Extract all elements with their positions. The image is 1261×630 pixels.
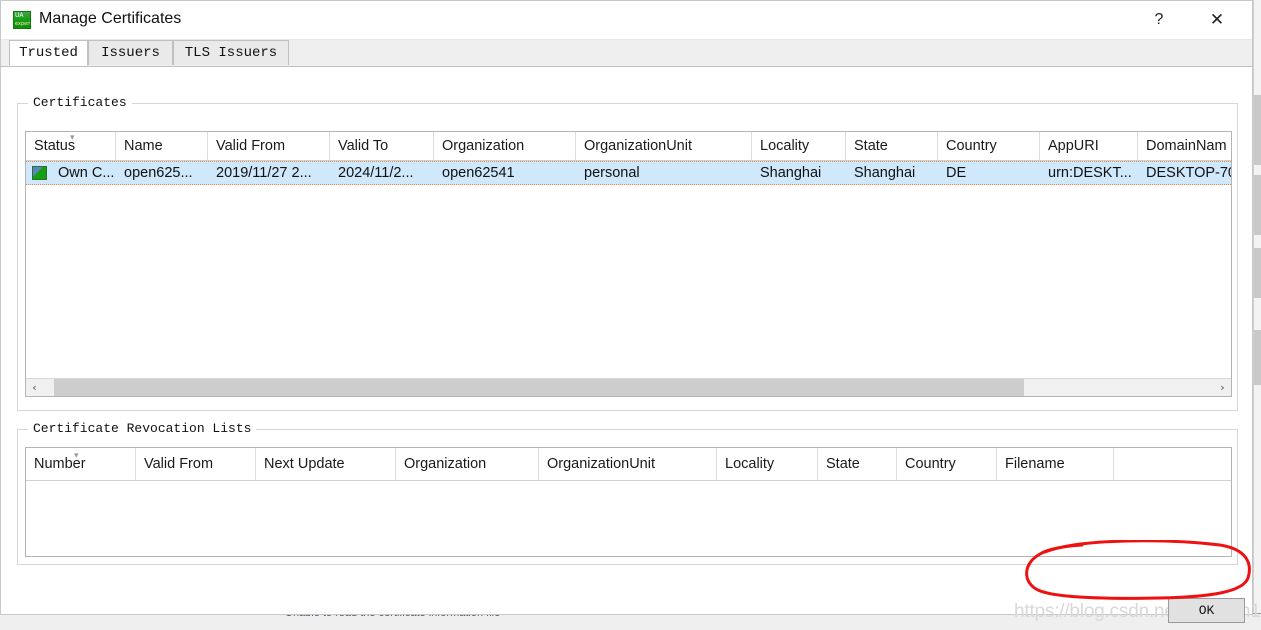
crl-column-header-country[interactable]: Country — [897, 448, 997, 480]
certificate-status-icon — [32, 166, 47, 180]
cell-country: DE — [946, 165, 967, 181]
close-button[interactable]: ✕ — [1194, 1, 1240, 38]
crl-group-title: Certificate Revocation Lists — [28, 421, 257, 436]
crl-sort-indicator-icon: ▾ — [74, 451, 79, 461]
column-header-valid-to[interactable]: Valid To — [330, 132, 434, 160]
cell-organization-unit: personal — [584, 165, 640, 181]
horizontal-scrollbar[interactable]: ‹ › — [26, 378, 1231, 396]
certificates-table-header: Status ▾ Name Valid From Valid To Organi… — [26, 132, 1231, 161]
cell-locality: Shanghai — [760, 165, 822, 181]
crl-column-header-locality[interactable]: Locality — [717, 448, 818, 480]
tab-tls-issuers[interactable]: TLS Issuers — [173, 40, 289, 65]
crl-table: Number ▾ Valid From Next Update Organiza… — [25, 447, 1232, 557]
manage-certificates-dialog: UA expert Manage Certificates ? ✕ Trusted… — [0, 0, 1253, 615]
crl-column-header-number[interactable]: Number — [26, 448, 136, 480]
help-button[interactable]: ? — [1136, 1, 1182, 38]
column-header-locality[interactable]: Locality — [752, 132, 846, 160]
column-header-valid-from[interactable]: Valid From — [208, 132, 330, 160]
scroll-left-arrow-icon[interactable]: ‹ — [26, 379, 43, 396]
column-header-appuri[interactable]: AppURI — [1040, 132, 1138, 160]
titlebar: UA expert Manage Certificates ? ✕ — [1, 1, 1252, 40]
cell-appuri: urn:DESKT... — [1048, 165, 1132, 181]
tabstrip: Trusted Issuers TLS Issuers — [1, 40, 1252, 67]
dialog-body: Certificates Status ▾ Name Valid From Va… — [1, 67, 1252, 614]
cell-valid-to: 2024/11/2... — [338, 165, 414, 181]
scrollbar-thumb[interactable] — [54, 379, 1024, 396]
table-row[interactable]: Own C... open625... 2019/11/27 2... 2024… — [26, 161, 1231, 185]
crl-column-header-organization-unit[interactable]: OrganizationUnit — [539, 448, 717, 480]
tab-trusted[interactable]: Trusted — [9, 40, 88, 66]
cell-name: open625... — [124, 165, 193, 181]
crl-column-header-blank[interactable] — [1114, 448, 1231, 480]
cell-state: Shanghai — [854, 165, 916, 181]
column-header-state[interactable]: State — [846, 132, 938, 160]
column-header-country[interactable]: Country — [938, 132, 1040, 160]
window-title: Manage Certificates — [39, 10, 182, 27]
crl-column-header-organization[interactable]: Organization — [396, 448, 539, 480]
crl-table-header: Number ▾ Valid From Next Update Organiza… — [26, 448, 1231, 481]
column-header-organization-unit[interactable]: OrganizationUnit — [576, 132, 752, 160]
crl-column-header-filename[interactable]: Filename — [997, 448, 1114, 480]
tab-issuers[interactable]: Issuers — [88, 40, 173, 65]
background-window-edge — [1253, 0, 1261, 630]
cell-status: Own C... — [58, 165, 115, 181]
column-header-name[interactable]: Name — [116, 132, 208, 160]
cell-valid-from: 2019/11/27 2... — [216, 165, 312, 181]
cell-domainname: DESKTOP-70 — [1146, 165, 1232, 181]
scroll-right-arrow-icon[interactable]: › — [1214, 379, 1231, 396]
crl-column-header-state[interactable]: State — [818, 448, 897, 480]
certificates-table: Status ▾ Name Valid From Valid To Organi… — [25, 131, 1232, 397]
certificates-group-title: Certificates — [28, 95, 132, 110]
sort-indicator-icon: ▾ — [70, 133, 75, 143]
crl-column-header-next-update[interactable]: Next Update — [256, 448, 396, 480]
column-header-domainname[interactable]: DomainNam — [1138, 132, 1231, 160]
column-header-organization[interactable]: Organization — [434, 132, 576, 160]
crl-column-header-valid-from[interactable]: Valid From — [136, 448, 256, 480]
cell-organization: open62541 — [442, 165, 515, 181]
ok-button[interactable]: OK — [1168, 598, 1245, 623]
ua-expert-icon: UA expert — [13, 11, 31, 29]
